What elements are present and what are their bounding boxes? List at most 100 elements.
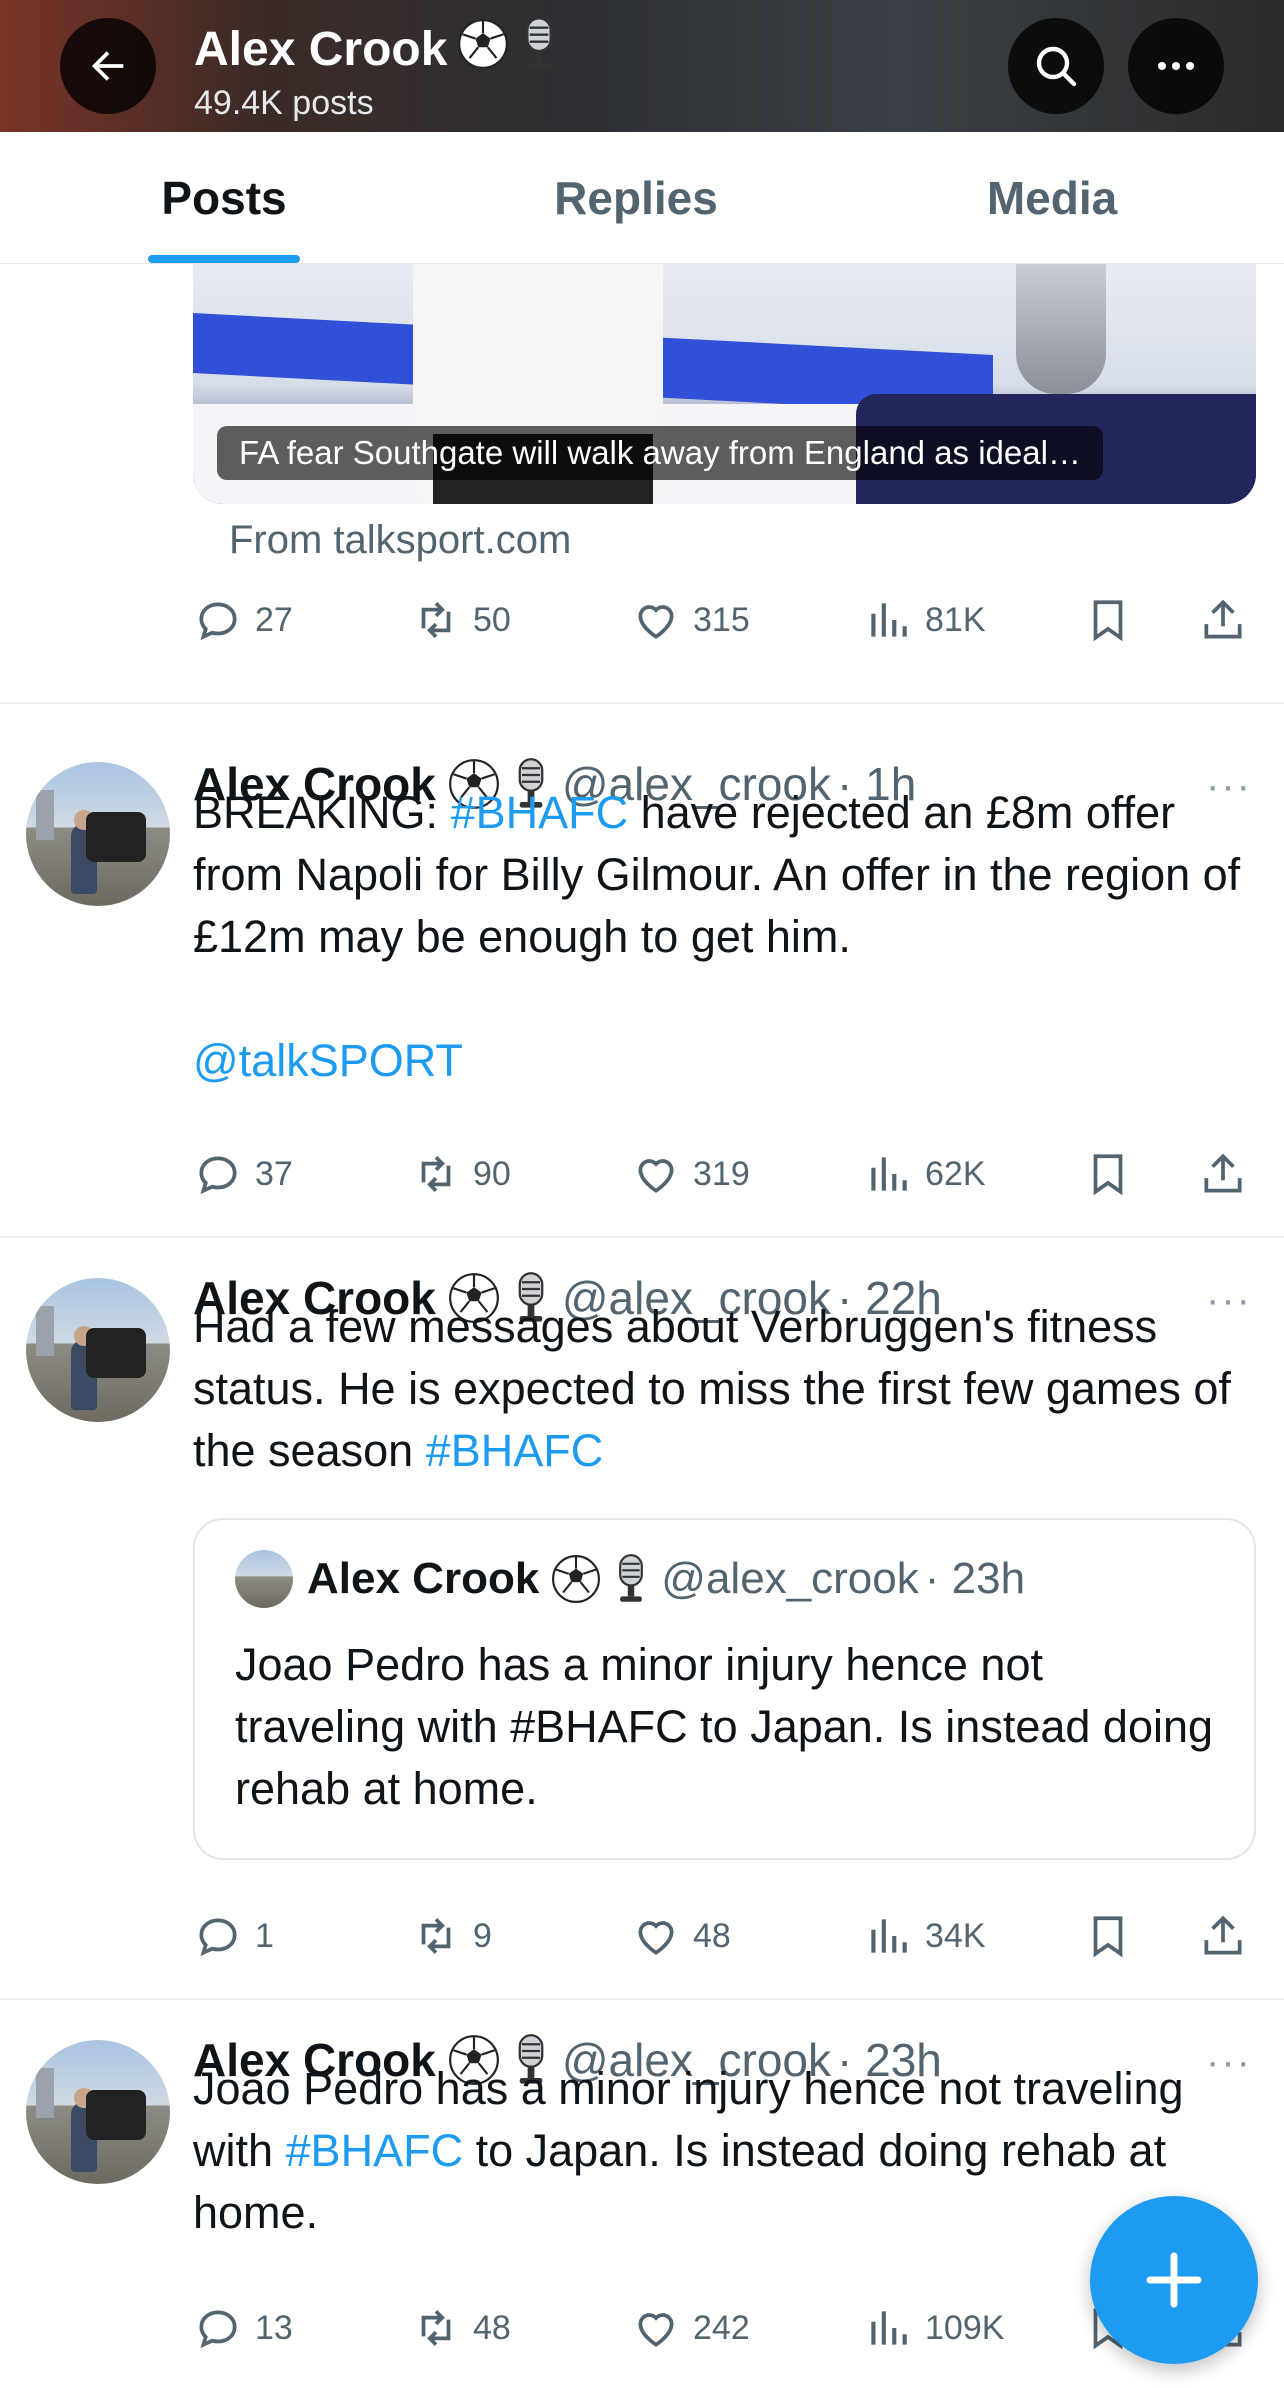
quoted-tweet-text: Joao Pedro has a minor injury hence not … — [235, 1639, 1214, 1814]
views-button[interactable]: 34K — [863, 1906, 986, 1966]
reply-button[interactable]: 13 — [193, 2298, 293, 2358]
share-icon — [1204, 1915, 1242, 1955]
quoted-author-handle: @alex_crook — [661, 1554, 919, 1603]
hashtag-link[interactable]: #BHAFC — [426, 1425, 604, 1476]
quoted-tweet-header: Alex Crook @alex_crook · 23h — [235, 1550, 1025, 1608]
bookmark-button[interactable] — [1083, 590, 1133, 650]
repost-button[interactable]: 48 — [411, 2298, 511, 2358]
divider — [0, 702, 1284, 704]
bookmark-icon — [1093, 1154, 1123, 1196]
reply-button[interactable]: 1 — [193, 1906, 274, 1966]
reply-icon — [199, 2310, 237, 2349]
soccer-ball-icon — [551, 1554, 601, 1604]
timeline[interactable]: FA fear Southgate will walk away from En… — [0, 264, 1284, 2388]
bookmark-button[interactable] — [1083, 1906, 1133, 1966]
quoted-avatar — [235, 1550, 293, 1608]
tab-media-label: Media — [986, 172, 1118, 224]
bookmark-button[interactable] — [1083, 1144, 1133, 1204]
search-icon — [1036, 46, 1077, 87]
tweet[interactable]: Alex Crook @alex_crook · 23h ··· Joao Pe… — [0, 2030, 1284, 2290]
reply-icon — [199, 1918, 237, 1957]
like-button[interactable]: 242 — [631, 2298, 750, 2358]
divider — [0, 1998, 1284, 2000]
soccer-ball-icon — [457, 18, 509, 82]
repost-button[interactable]: 50 — [411, 590, 511, 650]
tab-posts-label: Posts — [161, 172, 287, 224]
tab-posts[interactable]: Posts — [86, 132, 362, 264]
divider — [0, 1236, 1284, 1238]
share-button[interactable] — [1198, 1906, 1248, 1966]
like-button[interactable]: 315 — [631, 590, 750, 650]
reply-count: 37 — [255, 1154, 293, 1193]
quoted-tweet[interactable]: Alex Crook @alex_crook · 23h Joao Pedro … — [193, 1518, 1256, 1860]
repost-button[interactable]: 9 — [411, 1906, 492, 1966]
tweet-actions: 1 9 48 34K — [193, 1906, 1256, 1966]
tweet-actions: 27 50 315 81K — [193, 590, 1256, 650]
header-title: Alex Crook 49.4K posts — [194, 16, 559, 123]
share-button[interactable] — [1198, 1144, 1248, 1204]
hashtag-link[interactable]: #BHAFC — [451, 787, 629, 838]
back-button[interactable] — [60, 18, 156, 114]
like-button[interactable]: 48 — [631, 1906, 731, 1966]
views-chart-icon — [871, 1157, 907, 1191]
like-count: 315 — [693, 600, 750, 639]
reply-button[interactable]: 37 — [193, 1144, 293, 1204]
views-button[interactable]: 81K — [863, 590, 986, 650]
share-button[interactable] — [1198, 590, 1248, 650]
tweet[interactable]: Alex Crook @alex_crook · 1h ··· BREAKING… — [0, 754, 1284, 1086]
like-count: 242 — [693, 2308, 750, 2347]
views-button[interactable]: 62K — [863, 1144, 986, 1204]
like-button[interactable]: 319 — [631, 1144, 750, 1204]
avatar[interactable] — [26, 2040, 170, 2184]
reply-icon — [199, 1156, 237, 1195]
compose-button[interactable] — [1090, 2196, 1258, 2364]
quoted-timestamp: · 23h — [924, 1554, 1026, 1603]
mention-link[interactable]: @talkSPORT — [193, 1035, 463, 1086]
repost-count: 9 — [473, 1916, 492, 1955]
share-icon — [1204, 1153, 1242, 1193]
avatar[interactable] — [26, 1278, 170, 1422]
link-card-title: FA fear Southgate will walk away from En… — [217, 426, 1103, 480]
reply-count: 1 — [255, 1916, 274, 1955]
avatar[interactable] — [26, 762, 170, 906]
reply-button[interactable]: 27 — [193, 590, 293, 650]
repost-button[interactable]: 90 — [411, 1144, 511, 1204]
back-arrow-icon — [91, 51, 124, 81]
tweet-text-part: Had a few messages about Verbruggen's fi… — [193, 1301, 1231, 1476]
repost-icon — [421, 2310, 451, 2346]
heart-icon — [638, 2313, 674, 2347]
hashtag-link[interactable]: #BHAFC — [286, 2125, 464, 2176]
profile-header: Alex Crook 49.4K posts — [0, 0, 1284, 132]
reply-icon — [199, 602, 237, 641]
tab-replies[interactable]: Replies — [500, 132, 772, 264]
views-chart-icon — [871, 1919, 907, 1953]
view-count: 81K — [925, 600, 986, 639]
heart-icon — [638, 1159, 674, 1193]
tweet-text: Joao Pedro has a minor injury hence not … — [193, 2058, 1263, 2244]
repost-count: 48 — [473, 2308, 511, 2347]
link-card-image[interactable]: FA fear Southgate will walk away from En… — [193, 264, 1256, 504]
active-tab-indicator — [148, 255, 300, 263]
views-chart-icon — [871, 2311, 907, 2345]
repost-count: 50 — [473, 600, 511, 639]
reply-count: 13 — [255, 2308, 293, 2347]
bookmark-icon — [1093, 600, 1123, 642]
microphone-icon — [613, 1553, 649, 1605]
repost-icon — [421, 1918, 451, 1954]
tweet-actions: 37 90 319 62K — [193, 1144, 1256, 1204]
search-button[interactable] — [1008, 18, 1104, 114]
tab-media[interactable]: Media — [916, 132, 1188, 264]
view-count: 62K — [925, 1154, 986, 1193]
repost-icon — [421, 602, 451, 638]
tweet-text: Had a few messages about Verbruggen's fi… — [193, 1296, 1263, 1482]
more-options-button[interactable] — [1128, 18, 1224, 114]
profile-tabs: Posts Replies Media — [0, 132, 1284, 264]
repost-icon — [421, 1156, 451, 1192]
tweet-text-part: BREAKING: — [193, 787, 451, 838]
reply-count: 27 — [255, 600, 293, 639]
tweet[interactable]: Alex Crook @alex_crook · 22h ··· Had a f… — [0, 1268, 1284, 1888]
heart-icon — [638, 605, 674, 639]
views-button[interactable]: 109K — [863, 2298, 1004, 2358]
view-count: 109K — [925, 2308, 1005, 2347]
link-card-source[interactable]: From talksport.com — [229, 518, 571, 563]
